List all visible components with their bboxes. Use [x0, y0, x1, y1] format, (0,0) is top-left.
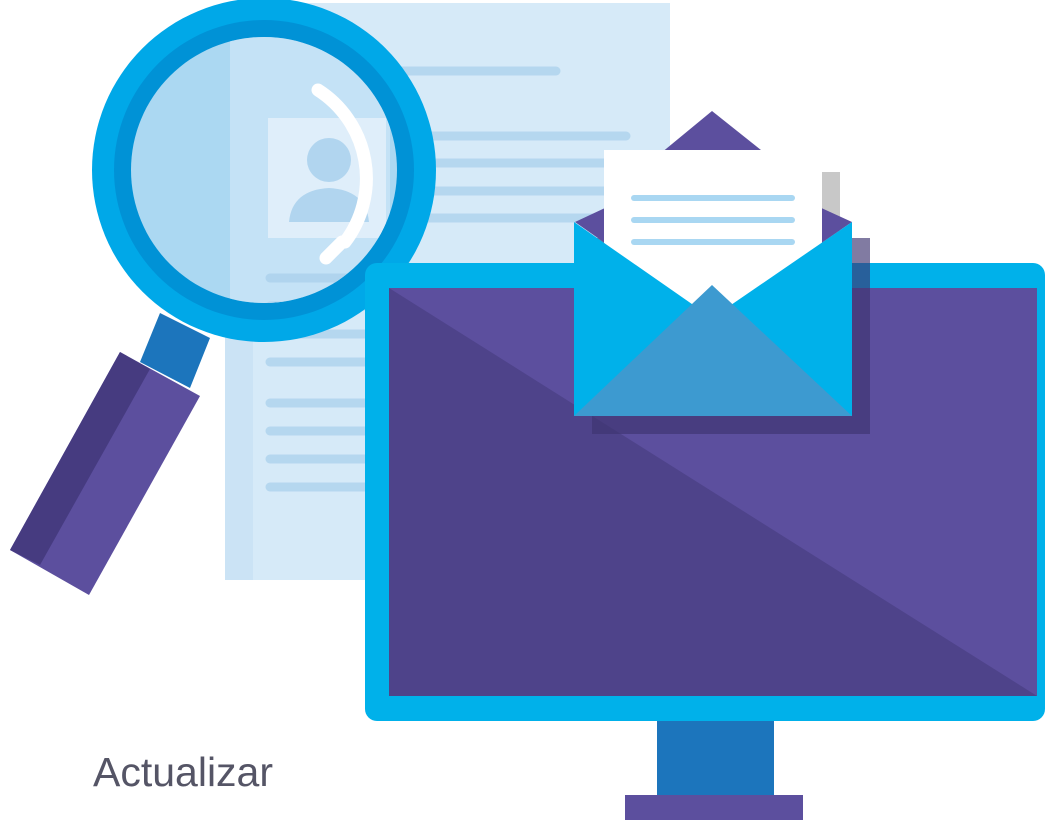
update-illustration-card: Actualizar — [0, 0, 1050, 820]
caption-text: Actualizar — [93, 749, 274, 795]
illustration — [10, 0, 1045, 820]
envelope-icon — [574, 111, 870, 434]
